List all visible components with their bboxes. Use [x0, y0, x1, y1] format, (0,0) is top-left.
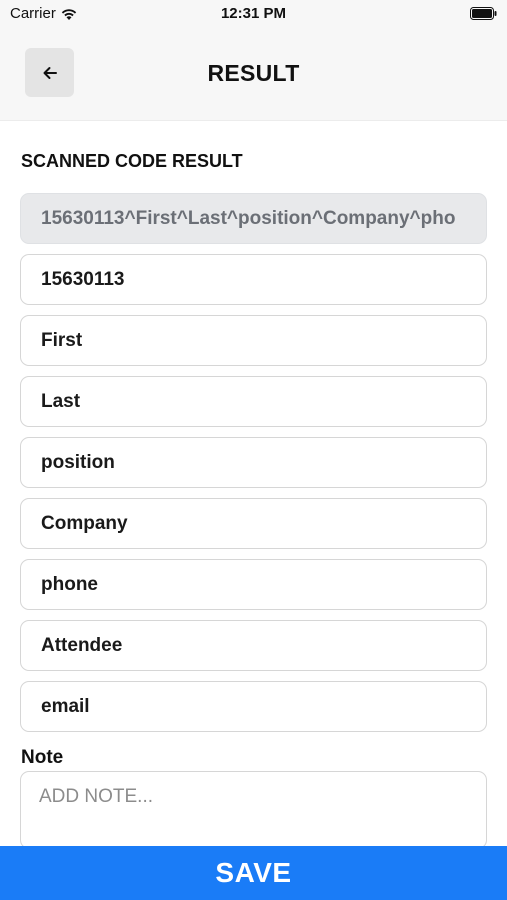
attendee-type-field[interactable]: Attendee: [20, 620, 487, 671]
status-bar: Carrier 12:31 PM: [0, 0, 507, 28]
last-name-field[interactable]: Last: [20, 376, 487, 427]
raw-scan-field: 15630113^First^Last^position^Company^pho: [20, 193, 487, 244]
first-name-field[interactable]: First: [20, 315, 487, 366]
status-time: 12:31 PM: [220, 5, 287, 22]
header: RESULT: [0, 28, 507, 121]
position-field[interactable]: position: [20, 437, 487, 488]
section-title: SCANNED CODE RESULT: [21, 151, 243, 171]
id-field[interactable]: 15630113: [20, 254, 487, 305]
page-title: RESULT: [207, 60, 300, 86]
note-input[interactable]: ADD NOTE...: [20, 771, 487, 849]
company-field[interactable]: Company: [20, 498, 487, 549]
note-label: Note: [21, 747, 64, 768]
email-field[interactable]: email: [20, 681, 487, 732]
phone-field[interactable]: phone: [20, 559, 487, 610]
save-button[interactable]: SAVE: [0, 846, 507, 900]
battery-icon: [470, 7, 497, 20]
